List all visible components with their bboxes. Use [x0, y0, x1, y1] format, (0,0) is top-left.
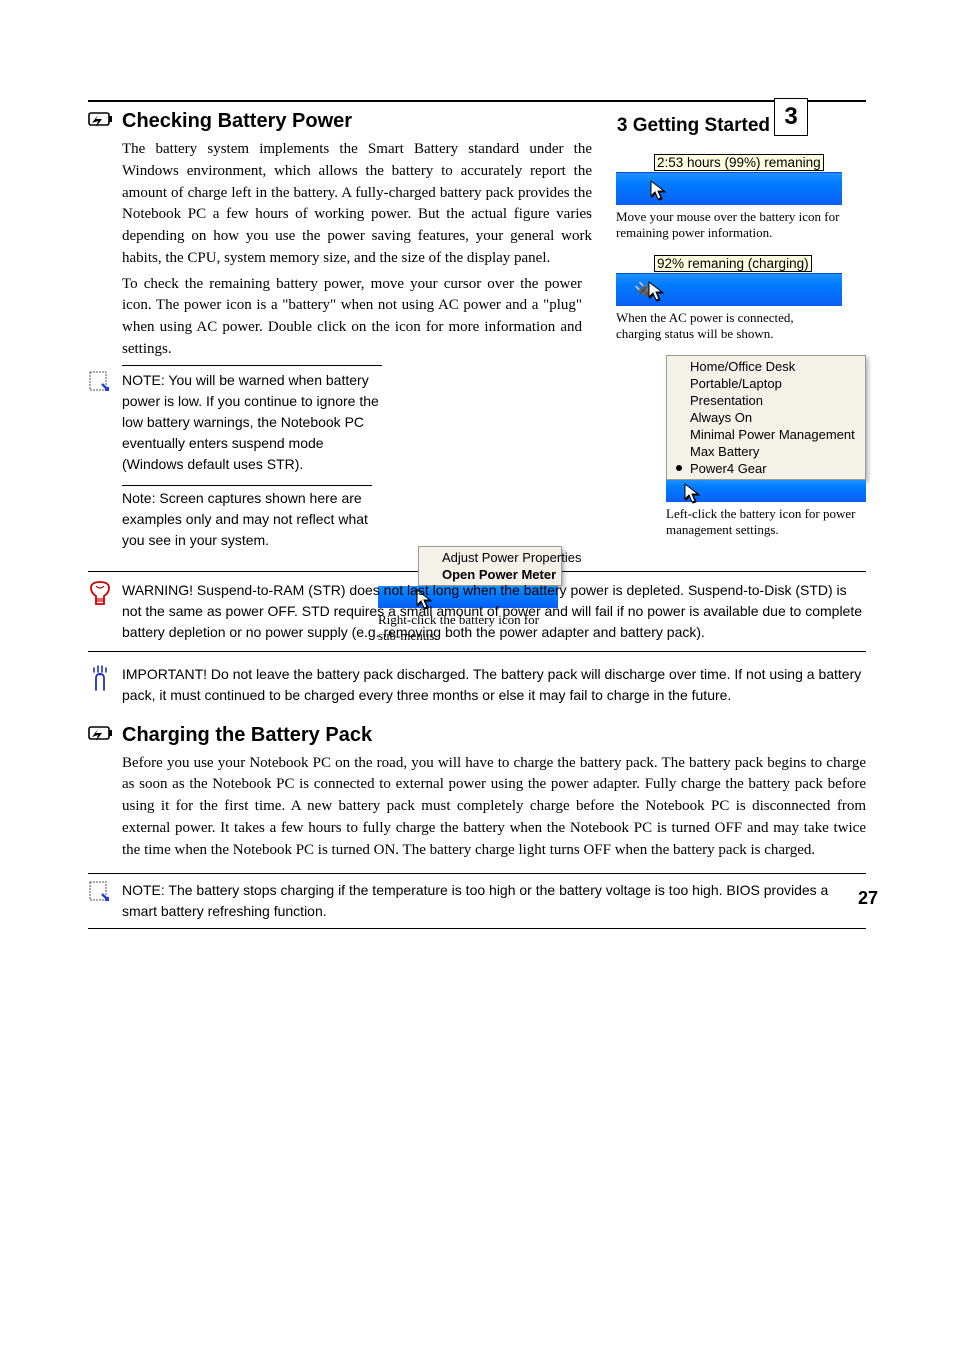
divider: [88, 873, 866, 874]
body-paragraph: The battery system implements the Smart …: [122, 139, 592, 270]
figure-caption: Left-click the battery icon for power ma…: [666, 506, 866, 538]
divider: [122, 485, 372, 486]
warning-icon: [88, 580, 114, 606]
divider: [122, 365, 382, 366]
cursor-icon: [684, 483, 701, 504]
divider: [88, 928, 866, 929]
section-title-checking-battery: Checking Battery Power: [122, 110, 866, 133]
divider: [88, 651, 866, 652]
important-text: IMPORTANT! Do not leave the battery pack…: [122, 664, 866, 706]
important-icon: [88, 664, 114, 692]
tooltip-text: 2:53 hours (99%) remaning: [654, 154, 824, 171]
tooltip-text: 92% remaning (charging): [654, 255, 812, 272]
body-paragraph: To check the remaining battery power, mo…: [122, 274, 582, 361]
warning-text: WARNING! Suspend-to-RAM (STR) does not l…: [122, 580, 866, 643]
body-paragraph: Before you use your Notebook PC on the r…: [122, 753, 866, 862]
taskbar-strip: [666, 480, 866, 502]
taskbar-strip: 🔌: [616, 273, 842, 306]
page-number: 27: [858, 888, 878, 909]
battery-icon: [88, 110, 116, 128]
figure-caption: Move your mouse over the battery icon fo…: [616, 209, 842, 241]
note-icon: [88, 880, 114, 902]
figure-caption: When the AC power is connected, charging…: [616, 310, 842, 342]
battery-icon: [88, 724, 116, 742]
section-title-charging-battery: Charging the Battery Pack: [122, 724, 866, 747]
divider: [88, 100, 866, 102]
menu-item[interactable]: Adjust Power Properties: [420, 549, 560, 566]
cursor-icon: [650, 180, 667, 201]
tooltip-battery-remaining: 2:53 hours (99%) remaning Move your mous…: [616, 154, 842, 241]
taskbar-strip: [616, 172, 842, 205]
note-text: NOTE: You will be warned when battery po…: [122, 370, 382, 475]
cursor-icon: [648, 281, 665, 302]
note-icon: [88, 370, 114, 392]
note-text: Note: Screen captures shown here are exa…: [122, 488, 372, 551]
tooltip-battery-charging: 92% remaning (charging) 🔌 When the AC po…: [616, 255, 842, 342]
note-text: NOTE: The battery stops charging if the …: [122, 880, 866, 922]
